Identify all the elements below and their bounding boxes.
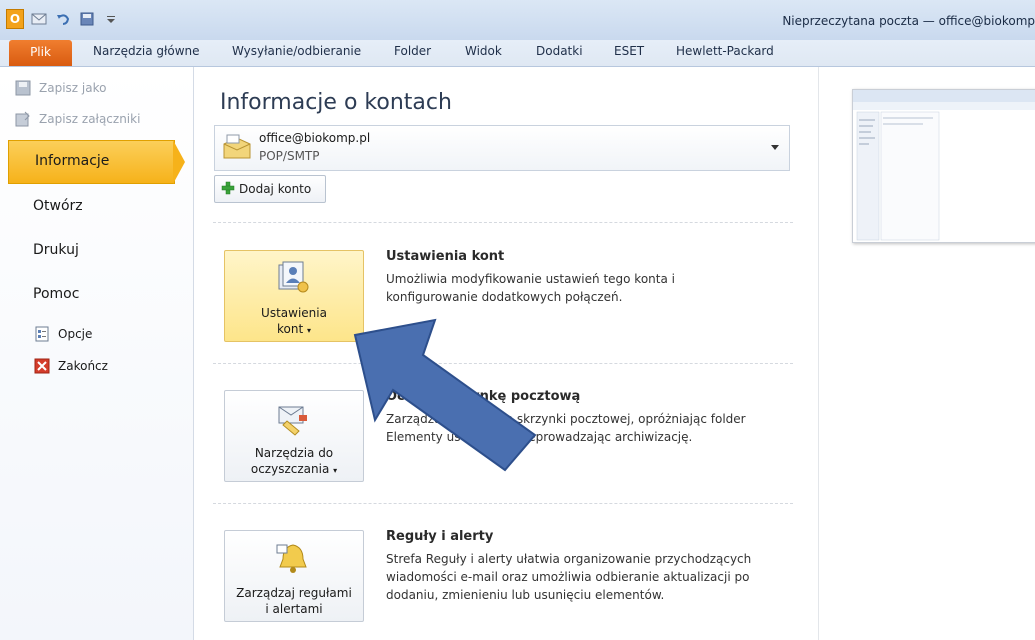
nav-exit[interactable]: Zakończ — [33, 357, 108, 374]
rules-alerts-label-line1: Zarządzaj regułami — [236, 586, 352, 600]
save-attachments-icon — [14, 110, 31, 127]
outlook-icon[interactable]: O — [6, 9, 24, 29]
account-settings-button[interactable]: Ustawienia kont ▾ — [224, 250, 364, 342]
rules-alerts-button-label: Zarządzaj regułami i alertami — [225, 585, 363, 617]
nav-print[interactable]: Drukuj — [33, 242, 79, 258]
send-receive-icon[interactable] — [30, 10, 48, 28]
save-icon[interactable] — [78, 10, 96, 28]
tab-addins[interactable]: Dodatki — [536, 44, 583, 58]
ribbon-tabs: Narzędzia główne Wysyłanie/odbieranie Fo… — [0, 40, 1035, 67]
account-settings-title: Ustawienia kont — [386, 249, 505, 264]
nav-info[interactable]: Informacje — [8, 140, 175, 184]
nav-save-attachments-label: Zapisz załączniki — [39, 111, 141, 126]
add-account-button[interactable]: Dodaj konto — [214, 175, 326, 203]
highlight-arrow-icon — [353, 318, 537, 472]
nav-exit-label: Zakończ — [58, 358, 108, 373]
cleanup-tools-label-line2: oczyszczania ▾ — [225, 461, 363, 479]
section-divider — [213, 222, 793, 223]
nav-help[interactable]: Pomoc — [33, 286, 79, 302]
rules-alerts-description: Strefa Reguły i alerty ułatwia organizow… — [386, 550, 786, 604]
tab-file[interactable]: Plik — [9, 40, 72, 66]
dropdown-arrow-icon[interactable] — [771, 145, 779, 150]
tab-hewlett-packard[interactable]: Hewlett-Packard — [676, 44, 774, 58]
tab-home[interactable]: Narzędzia główne — [93, 44, 200, 58]
window-title: Nieprzeczytana poczta — office@biokomp — [782, 14, 1035, 28]
title-bar: O Nieprzeczytana poczta — office@biokomp — [0, 0, 1035, 40]
nav-options[interactable]: Opcje — [33, 325, 92, 342]
nav-info-label: Informacje — [35, 153, 110, 169]
account-settings-label-line2: kont ▾ — [225, 321, 363, 339]
section-divider — [213, 503, 793, 504]
rules-alerts-title: Reguły i alerty — [386, 529, 494, 544]
tab-send-receive[interactable]: Wysyłanie/odbieranie — [232, 44, 361, 58]
customize-toolbar-icon[interactable] — [102, 10, 120, 28]
add-account-label: Dodaj konto — [239, 182, 312, 196]
rules-alerts-desc-line3: dodaniu, zmienieniu lub usunięciu elemen… — [386, 588, 665, 602]
tab-folder[interactable]: Folder — [394, 44, 431, 58]
window-preview-thumbnail — [852, 89, 1035, 243]
cleanup-tools-icon — [273, 401, 313, 437]
nav-save-as[interactable]: Zapisz jako — [14, 79, 106, 96]
backstage-nav: Zapisz jako Zapisz załączniki Informacje… — [0, 67, 194, 640]
options-icon — [33, 325, 50, 342]
green-plus-icon — [221, 181, 235, 198]
rules-alerts-icon — [273, 541, 313, 577]
account-box-icon — [221, 132, 251, 162]
account-settings-desc-line1: Umożliwia modyfikowanie ustawień tego ko… — [386, 272, 675, 286]
nav-save-attachments[interactable]: Zapisz załączniki — [14, 110, 140, 127]
account-email: office@biokomp.pl — [259, 131, 371, 145]
account-settings-button-label: Ustawienia kont ▾ — [225, 305, 363, 339]
account-settings-icon — [273, 261, 313, 297]
rules-alerts-desc-line1: Strefa Reguły i alerty ułatwia organizow… — [386, 552, 752, 566]
account-settings-label-line1: Ustawienia — [261, 306, 327, 320]
save-as-icon — [14, 79, 31, 96]
account-settings-label-line2-text: kont — [276, 322, 304, 336]
cleanup-tools-label-line2-text: oczyszczania — [250, 462, 330, 476]
quick-access-toolbar: O — [6, 9, 120, 29]
tab-view[interactable]: Widok — [465, 44, 502, 58]
cleanup-tools-button[interactable]: Narzędzia do oczyszczania ▾ — [224, 390, 364, 482]
cleanup-tools-label-line1: Narzędzia do — [254, 446, 334, 460]
account-settings-description: Umożliwia modyfikowanie ustawień tego ko… — [386, 270, 786, 306]
page-title: Informacje o kontach — [220, 90, 452, 115]
tab-eset[interactable]: ESET — [614, 44, 644, 58]
rules-alerts-button[interactable]: Zarządzaj regułami i alertami — [224, 530, 364, 622]
account-dropdown[interactable]: office@biokomp.pl POP/SMTP — [214, 125, 790, 171]
chevron-down-icon: ▾ — [333, 466, 338, 475]
rules-alerts-desc-line2: wiadomości e-mail oraz umożliwia odbiera… — [386, 570, 750, 584]
nav-save-as-label: Zapisz jako — [39, 80, 107, 95]
chevron-down-icon: ▾ — [307, 326, 312, 335]
nav-active-pointer — [173, 140, 185, 184]
nav-open[interactable]: Otwórz — [33, 198, 83, 214]
account-type: POP/SMTP — [259, 149, 320, 163]
nav-options-label: Opcje — [58, 326, 93, 341]
preview-divider — [818, 67, 819, 640]
undo-icon[interactable] — [54, 10, 72, 28]
exit-icon — [33, 357, 50, 374]
account-settings-desc-line2: konfigurowanie dodatkowych połączeń. — [386, 290, 623, 304]
cleanup-tools-button-label: Narzędzia do oczyszczania ▾ — [225, 445, 363, 479]
rules-alerts-label-line2: i alertami — [265, 602, 323, 616]
